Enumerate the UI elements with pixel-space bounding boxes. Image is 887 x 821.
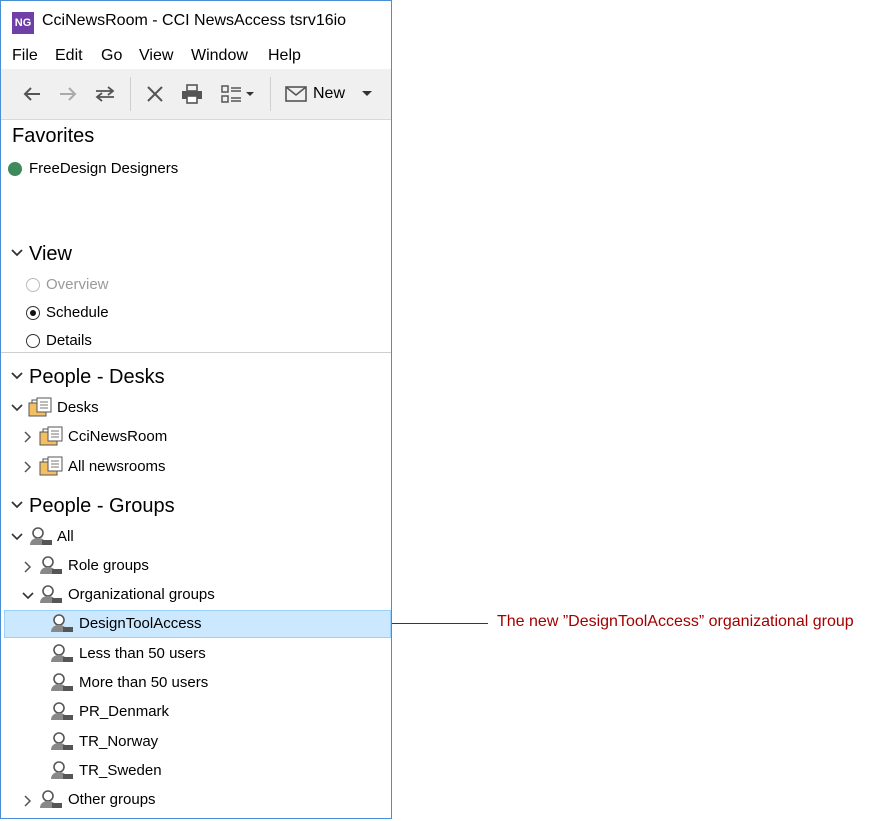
envelope-icon [285,86,307,102]
tree-item-less-than-50-users[interactable]: Less than 50 users [79,645,206,662]
tree-item-ccinewsroom[interactable]: CciNewsRoom [68,428,167,445]
app-window: NG CciNewsRoom - CCI NewsAccess tsrv16io… [0,0,392,819]
details-radio[interactable] [26,334,40,348]
user-group-icon [30,527,52,545]
chevron-down-icon[interactable] [22,592,34,600]
forward-button[interactable] [55,81,81,107]
schedule-radio[interactable] [26,306,40,320]
tree-item-designtoolaccess[interactable]: DesignToolAccess [79,615,202,632]
favorite-item[interactable]: FreeDesign Designers [29,160,178,177]
user-group-icon [51,644,73,662]
window-title: CciNewsRoom - CCI NewsAccess tsrv16io [42,12,347,29]
user-group-icon [51,732,73,750]
toolbar-separator [130,77,131,111]
chevron-down-icon[interactable] [11,372,23,380]
people-groups-title[interactable]: People - Groups [29,495,175,518]
new-dropdown-button[interactable] [357,81,377,107]
tree-item-all[interactable]: All [57,528,74,545]
chevron-right-icon[interactable] [24,561,32,573]
tree-item-role-groups[interactable]: Role groups [68,557,149,574]
menu-go[interactable]: Go [101,47,122,65]
menu-window[interactable]: Window [191,47,248,65]
close-icon [147,86,163,102]
user-group-icon [51,673,73,691]
list-view-icon [221,85,254,103]
overview-radio [26,278,40,292]
back-button[interactable] [19,81,45,107]
new-message-button[interactable]: New [285,81,351,107]
print-button[interactable] [178,81,206,107]
tree-item-tr-norway[interactable]: TR_Norway [79,733,158,750]
swap-arrows-icon [95,86,115,102]
status-dot-icon [8,162,22,176]
menu-edit[interactable]: Edit [55,47,83,65]
chevron-down-icon[interactable] [11,404,23,412]
user-group-icon [51,614,73,632]
tree-item-pr-denmark[interactable]: PR_Denmark [79,703,169,720]
menu-file[interactable]: File [12,47,38,65]
user-group-icon [40,556,62,574]
chevron-down-icon [362,91,372,96]
arrow-left-icon [23,87,40,101]
user-group-icon [51,702,73,720]
schedule-label[interactable]: Schedule [46,304,109,321]
chevron-right-icon[interactable] [24,461,32,473]
details-label[interactable]: Details [46,332,92,349]
chevron-down-icon[interactable] [11,533,23,541]
tree-item-more-than-50-users[interactable]: More than 50 users [79,674,208,691]
desk-folder-icon [39,426,63,446]
title-bar: NG CciNewsRoom - CCI NewsAccess tsrv16io [1,1,391,41]
chevron-right-icon[interactable] [24,431,32,443]
callout-annotation: The new ”DesignToolAccess” organizationa… [497,613,854,630]
view-options-button[interactable] [216,81,260,107]
desk-folder-icon [28,397,52,417]
chevron-right-icon[interactable] [24,795,32,807]
overview-label: Overview [46,276,109,293]
menu-bar: File Edit Go View Window Help [1,45,391,69]
user-group-icon [40,585,62,603]
toolbar-separator [270,77,271,111]
menu-help[interactable]: Help [268,47,301,65]
user-group-icon [40,790,62,808]
tree-item-tr-sweden[interactable]: TR_Sweden [79,762,162,779]
people-desks-title[interactable]: People - Desks [29,366,165,389]
app-logo-icon: NG [12,12,34,34]
toolbar: New [1,69,391,120]
new-button-label: New [313,85,346,102]
tree-item-all-newsrooms[interactable]: All newsrooms [68,458,166,475]
user-group-icon [51,761,73,779]
chevron-down-icon[interactable] [11,501,23,509]
arrow-right-icon [60,87,77,101]
tree-item-organizational-groups[interactable]: Organizational groups [68,586,215,603]
favorites-title: Favorites [12,125,95,147]
sync-button[interactable] [91,81,119,107]
desk-folder-icon [39,456,63,476]
tree-item-desks[interactable]: Desks [57,399,99,416]
callout-line [392,623,488,624]
delete-button[interactable] [142,81,168,107]
chevron-down-icon[interactable] [11,249,23,257]
view-section-title[interactable]: View [29,243,72,266]
menu-view[interactable]: View [139,47,173,65]
section-divider [1,352,391,353]
printer-icon [182,84,202,104]
tree-item-other-groups[interactable]: Other groups [68,791,156,808]
